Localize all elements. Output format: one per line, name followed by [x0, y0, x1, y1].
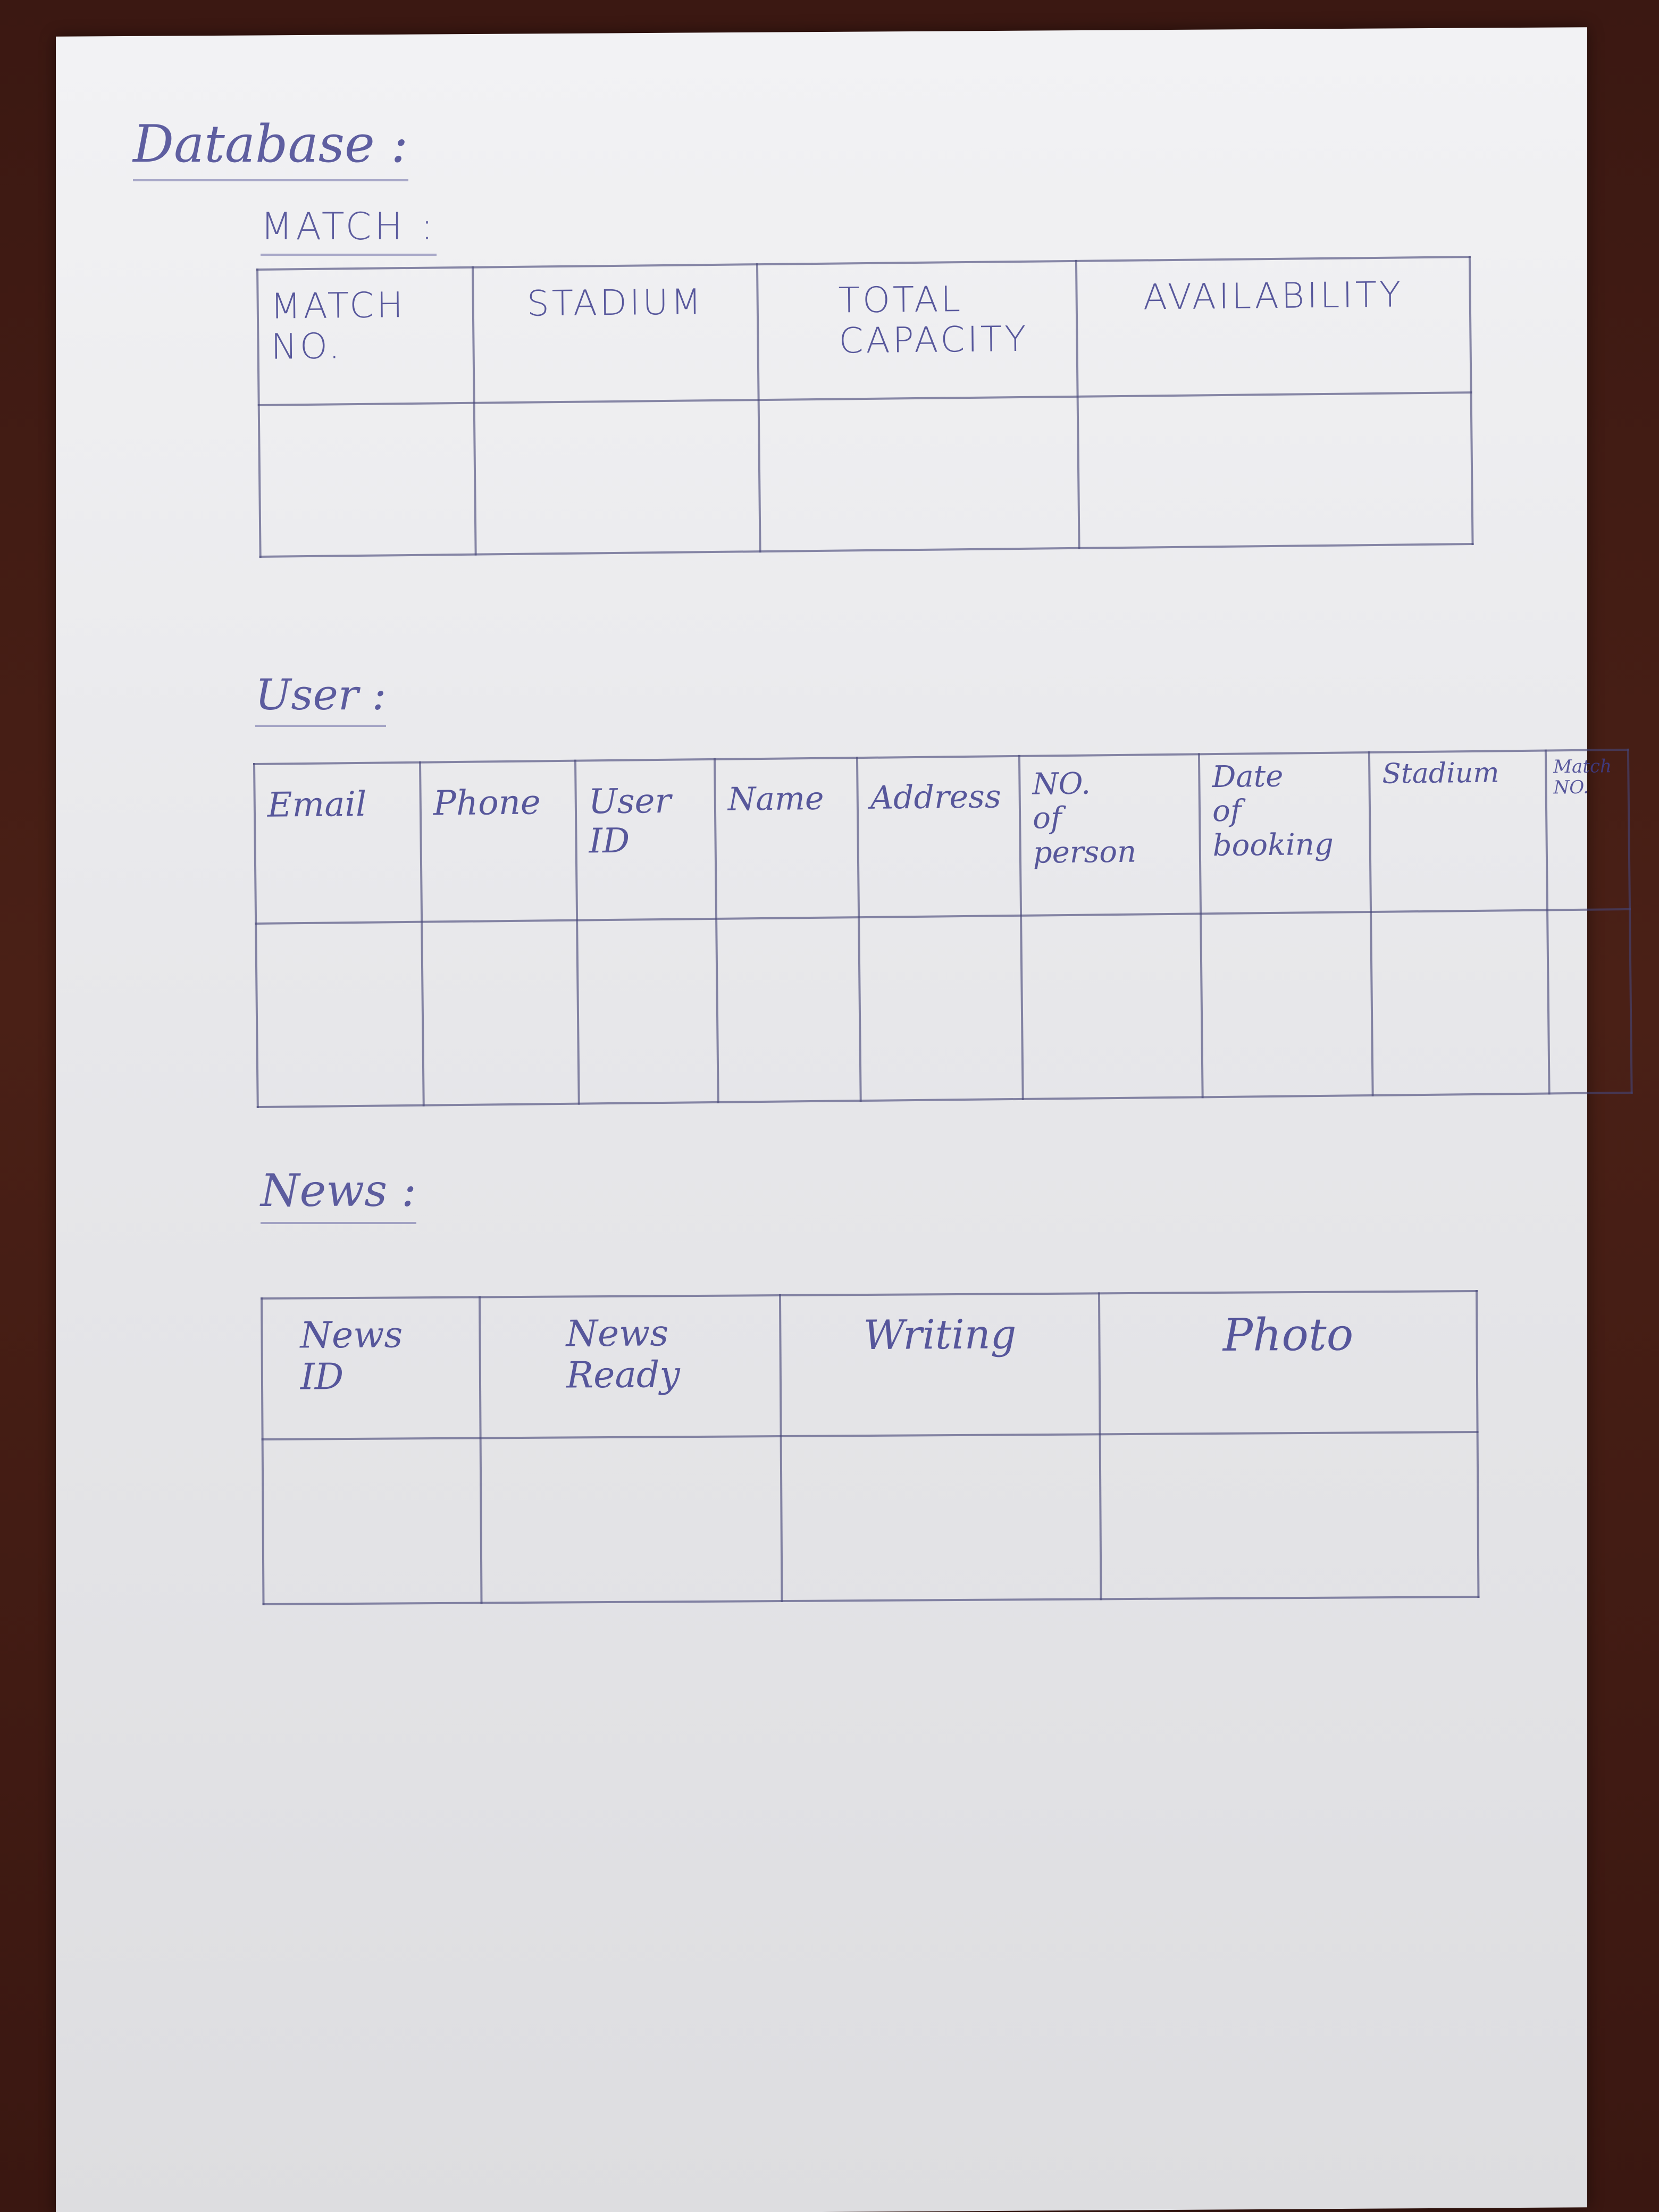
page-title: Database : — [133, 114, 408, 181]
user-col-stadium: Stadium — [1369, 750, 1548, 912]
table-cell — [1021, 914, 1203, 1099]
section-heading-news: News : — [261, 1164, 417, 1224]
table-cell — [422, 920, 579, 1105]
user-col-date-of-booking: Date of booking — [1199, 752, 1371, 914]
match-col-availability: AVAILABILITY — [1076, 257, 1471, 397]
table-header-row: MATCH NO. STADIUM TOTAL CAPACITY AVAILAB… — [257, 257, 1471, 405]
news-col-photo: Photo — [1099, 1291, 1478, 1435]
news-col-writing: Writing — [780, 1293, 1100, 1437]
user-table: Email Phone User ID Name Address NO. of … — [253, 749, 1633, 1108]
user-col-user-id: User ID — [575, 759, 717, 920]
user-col-email: Email — [254, 762, 422, 924]
table-cell — [262, 1438, 482, 1604]
table-cell — [480, 1436, 782, 1603]
table-cell — [577, 918, 718, 1104]
table-cell — [256, 921, 424, 1107]
section-heading-user: User : — [255, 670, 387, 727]
table-cell — [258, 403, 476, 557]
match-table: MATCH NO. STADIUM TOTAL CAPACITY AVAILAB… — [256, 256, 1474, 558]
user-col-name: Name — [714, 758, 859, 919]
user-col-match-no: Match NO. — [1545, 749, 1630, 910]
user-col-phone: Phone — [420, 760, 577, 922]
table-header-row: News ID News Ready Writing Photo — [262, 1291, 1478, 1439]
news-table: News ID News Ready Writing Photo — [261, 1290, 1479, 1605]
table-cell — [1100, 1432, 1479, 1599]
table-cell — [1547, 909, 1632, 1094]
table-cell — [716, 917, 861, 1102]
news-col-news-ready: News Ready — [480, 1295, 781, 1438]
table-cell — [781, 1434, 1101, 1602]
table-row — [262, 1432, 1479, 1604]
table-cell — [1077, 392, 1473, 548]
table-cell — [1201, 912, 1373, 1097]
section-heading-match: MATCH : — [261, 205, 437, 256]
table-header-row: Email Phone User ID Name Address NO. of … — [254, 749, 1630, 924]
user-col-no-of-person: NO. of person — [1019, 754, 1201, 916]
table-cell — [1371, 910, 1549, 1095]
match-col-total-capacity: TOTAL CAPACITY — [757, 261, 1078, 400]
match-col-stadium: STADIUM — [472, 264, 759, 403]
table-cell — [758, 396, 1079, 552]
user-col-address: Address — [857, 756, 1021, 918]
table-cell — [859, 915, 1023, 1101]
table-cell — [474, 400, 760, 555]
table-row — [258, 392, 1473, 557]
table-row — [256, 909, 1632, 1107]
match-col-match-no: MATCH NO. — [257, 267, 474, 405]
news-col-news-id: News ID — [262, 1297, 481, 1439]
